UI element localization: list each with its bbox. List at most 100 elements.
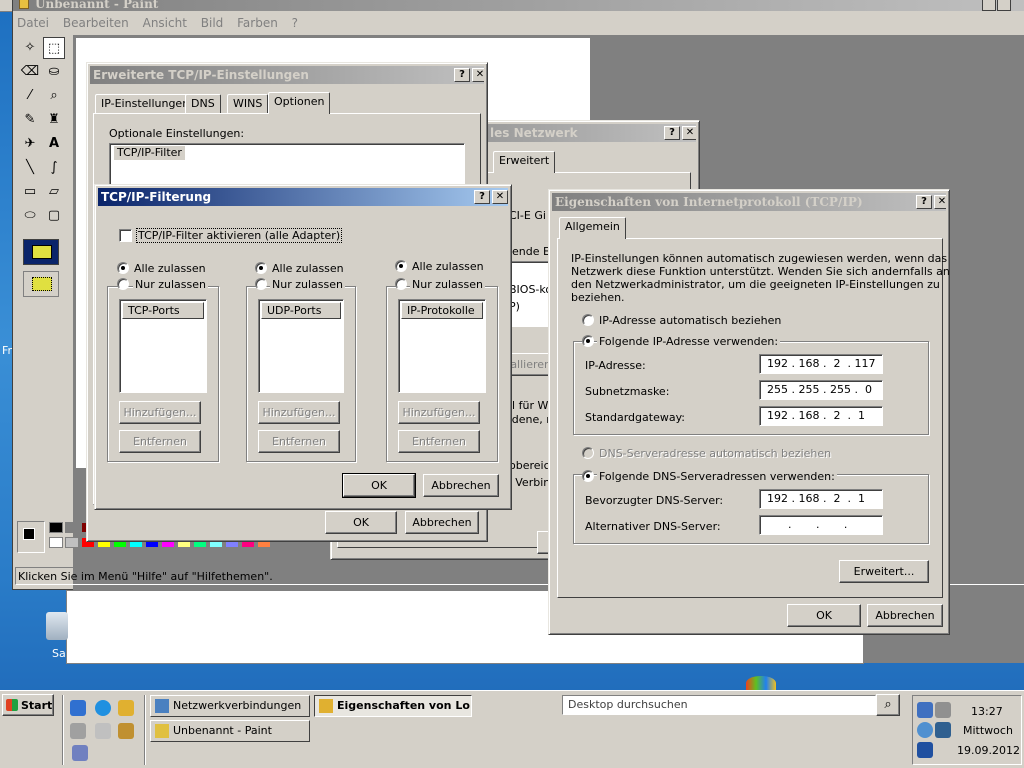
quicklaunch-users-icon[interactable]	[118, 723, 134, 739]
tcp-remove-button[interactable]: Entfernen	[119, 430, 201, 453]
ip-protocols-list[interactable]: IP-Protokolle	[398, 299, 486, 393]
udp-only-allow-radio[interactable]	[255, 278, 267, 290]
tab-optionen[interactable]: Optionen	[268, 92, 331, 114]
tab-dns[interactable]: DNS	[185, 94, 221, 114]
text-icon[interactable]: A	[43, 133, 65, 155]
udp-ports-list[interactable]: UDP-Ports	[258, 299, 344, 393]
free-select-icon[interactable]: ✧	[19, 37, 41, 59]
tcp-allow-all-label[interactable]: Alle zulassen	[134, 262, 206, 275]
advanced-help-button[interactable]: ?	[454, 68, 470, 82]
ellipse-icon[interactable]: ⬭	[19, 205, 41, 227]
clock-time[interactable]: 13:27	[971, 705, 1003, 718]
alternate-dns-field[interactable]: . . .	[759, 515, 883, 535]
airbrush-icon[interactable]: ✈	[19, 133, 41, 155]
rectangle-icon[interactable]: ▭	[19, 181, 41, 203]
task-netzwerkverbindungen[interactable]: Netzwerkverbindungen	[150, 695, 310, 717]
filter-cancel-button[interactable]: Abbrechen	[423, 474, 499, 497]
subnet-mask-field[interactable]: 255 . 255 . 255 . 0	[759, 380, 883, 400]
tcp-allow-all-radio[interactable]	[117, 262, 129, 274]
use-ip-radio[interactable]	[582, 335, 594, 347]
start-button[interactable]: Start	[2, 694, 54, 716]
swatch-gray[interactable]	[65, 522, 79, 533]
props-close-button[interactable]: ✕	[934, 195, 946, 209]
tab-ip-einstellungen[interactable]: IP-Einstellungen	[95, 94, 196, 114]
advanced-close-button[interactable]: ✕	[472, 68, 484, 82]
swatch-silver[interactable]	[65, 537, 79, 548]
swatch-white[interactable]	[49, 537, 63, 548]
props-help-button[interactable]: ?	[916, 195, 932, 209]
list-item-tcpip-filter[interactable]: TCP/IP-Filter	[114, 146, 185, 160]
polygon-icon[interactable]: ▱	[43, 181, 65, 203]
magnifier-icon[interactable]: ⌕	[43, 85, 65, 107]
props-cancel-button[interactable]: Abbrechen	[867, 604, 943, 627]
paint-min-button[interactable]	[982, 0, 996, 11]
menu-bild[interactable]: Bild	[201, 16, 224, 30]
udp-add-button[interactable]: Hinzufügen...	[258, 401, 340, 424]
auto-ip-label[interactable]: IP-Adresse automatisch beziehen	[599, 314, 781, 327]
props-advanced-button[interactable]: Erweitert...	[839, 560, 929, 583]
rect-select-icon[interactable]: ⬚	[43, 37, 65, 59]
pencil-icon[interactable]: ✎	[19, 109, 41, 131]
udp-allow-all-radio[interactable]	[255, 262, 267, 274]
recycle-bin-icon[interactable]	[46, 612, 68, 640]
menu-ansicht[interactable]: Ansicht	[143, 16, 187, 30]
quicklaunch-shield-icon[interactable]	[72, 745, 88, 761]
enable-filter-label[interactable]: TCP/IP-Filter aktivieren (alle Adapter)	[135, 228, 343, 243]
menu-datei[interactable]: Datei	[17, 16, 49, 30]
transparency-transparent-icon[interactable]	[23, 271, 59, 297]
auto-dns-label[interactable]: DNS-Serveradresse automatisch beziehen	[599, 447, 831, 460]
tray-monitor-icon[interactable]	[917, 742, 933, 758]
udp-only-allow-label[interactable]: Nur zulassen	[270, 278, 345, 291]
ip-address-field[interactable]: 192 . 168 . 2 . 117	[759, 354, 883, 374]
ip-only-allow-radio[interactable]	[395, 278, 407, 290]
clock-day[interactable]: Mittwoch	[963, 724, 1013, 737]
task-paint[interactable]: Unbenannt - Paint	[150, 720, 310, 742]
tray-connection-icon[interactable]	[935, 722, 951, 738]
quicklaunch-browser-icon[interactable]	[95, 700, 111, 716]
filter-close-button[interactable]: ✕	[492, 190, 508, 204]
filter-help-button[interactable]: ?	[474, 190, 490, 204]
tcp-ports-header[interactable]: TCP-Ports	[122, 302, 204, 319]
props-ok-button[interactable]: OK	[787, 604, 861, 627]
use-ip-label[interactable]: Folgende IP-Adresse verwenden:	[597, 335, 781, 348]
tab-allgemein[interactable]: Allgemein	[559, 217, 626, 239]
tcp-ports-list[interactable]: TCP-Ports	[119, 299, 207, 393]
eraser-icon[interactable]: ⌫	[19, 61, 41, 83]
fill-icon[interactable]: ⛀	[43, 61, 65, 83]
clock-date[interactable]: 19.09.2012	[957, 744, 1020, 757]
swatch-black[interactable]	[49, 522, 63, 533]
tray-drive-icon[interactable]	[935, 702, 951, 718]
tcp-add-button[interactable]: Hinzufügen...	[119, 401, 201, 424]
search-go-button[interactable]: ⌕	[876, 694, 900, 716]
tab-wins[interactable]: WINS	[227, 94, 269, 114]
rounded-rect-icon[interactable]: ▢	[43, 205, 65, 227]
ip-add-button[interactable]: Hinzufügen...	[398, 401, 480, 424]
auto-ip-radio[interactable]	[582, 314, 594, 326]
transparency-opaque-icon[interactable]	[23, 239, 59, 265]
curve-icon[interactable]: ∫	[43, 157, 65, 179]
use-dns-radio[interactable]	[582, 470, 594, 482]
quicklaunch-search-icon[interactable]	[95, 723, 111, 739]
auto-dns-radio[interactable]	[582, 447, 594, 459]
use-dns-label[interactable]: Folgende DNS-Serveradressen verwenden:	[597, 470, 837, 483]
udp-ports-header[interactable]: UDP-Ports	[261, 302, 341, 319]
ip-only-allow-label[interactable]: Nur zulassen	[410, 278, 485, 291]
udp-allow-all-label[interactable]: Alle zulassen	[272, 262, 344, 275]
advanced-cancel-button[interactable]: Abbrechen	[405, 511, 479, 534]
ip-allow-all-label[interactable]: Alle zulassen	[412, 260, 484, 273]
quicklaunch-desktop-icon[interactable]	[70, 723, 86, 739]
menu-farben[interactable]: Farben	[237, 16, 278, 30]
line-icon[interactable]: ╲	[19, 157, 41, 179]
preferred-dns-field[interactable]: 192 . 168 . 2 . 1	[759, 489, 883, 509]
paint-max-button[interactable]	[997, 0, 1011, 11]
network-close-button[interactable]: ✕	[682, 126, 696, 140]
desktop-search-input[interactable]: Desktop durchsuchen	[562, 695, 876, 715]
quicklaunch-network-icon[interactable]	[118, 700, 134, 716]
gateway-field[interactable]: 192 . 168 . 2 . 1	[759, 406, 883, 426]
ip-allow-all-radio[interactable]	[395, 260, 407, 272]
tray-search-icon[interactable]	[917, 722, 933, 738]
filter-ok-button[interactable]: OK	[342, 473, 416, 498]
network-tab-erweitert[interactable]: Erweitert	[493, 151, 556, 173]
network-help-button[interactable]: ?	[664, 126, 680, 140]
udp-remove-button[interactable]: Entfernen	[258, 430, 340, 453]
